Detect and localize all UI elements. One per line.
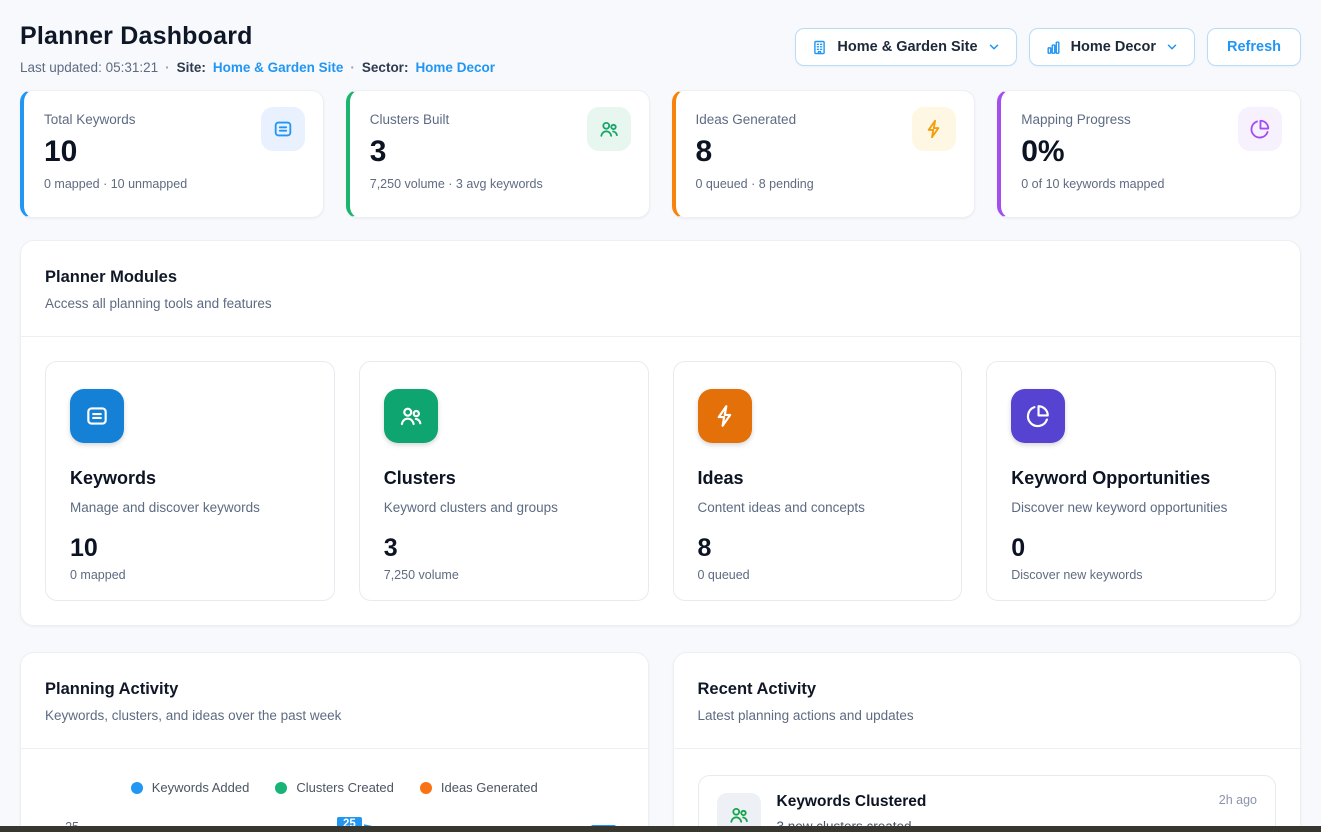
stats-row: Total Keywords 10 0 mapped · 10 unmapped… bbox=[20, 90, 1301, 218]
module-description: Keyword clusters and groups bbox=[384, 500, 624, 515]
module-sub: 0 mapped bbox=[70, 568, 310, 582]
module-sub: Discover new keywords bbox=[1011, 568, 1251, 582]
stat-card-ideas-generated: Ideas Generated 8 0 queued · 8 pending bbox=[672, 90, 976, 218]
module-card-keywords[interactable]: Keywords Manage and discover keywords 10… bbox=[45, 361, 335, 601]
module-sub: 0 queued bbox=[698, 568, 938, 582]
bolt-icon bbox=[912, 107, 956, 151]
site-link[interactable]: Home & Garden Site bbox=[213, 60, 344, 75]
site-selector-label: Home & Garden Site bbox=[837, 39, 977, 55]
modules-panel-subtitle: Access all planning tools and features bbox=[45, 296, 1276, 311]
legend-dot bbox=[275, 782, 287, 794]
header-meta: Last updated: 05:31:21 · Site: Home & Ga… bbox=[20, 60, 495, 75]
recent-activity-panel: Recent Activity Latest planning actions … bbox=[673, 652, 1302, 832]
module-value: 8 bbox=[698, 535, 938, 563]
modules-panel-header: Planner Modules Access all planning tool… bbox=[21, 241, 1300, 336]
refresh-button[interactable]: Refresh bbox=[1207, 28, 1301, 66]
sector-selector-dropdown[interactable]: Home Decor bbox=[1029, 28, 1195, 66]
site-label: Site: bbox=[177, 60, 206, 75]
module-sub: 7,250 volume bbox=[384, 568, 624, 582]
chevron-down-icon bbox=[987, 40, 1001, 54]
header-left: Planner Dashboard Last updated: 05:31:21… bbox=[20, 20, 495, 75]
planning-activity-subtitle: Keywords, clusters, and ideas over the p… bbox=[45, 708, 624, 723]
document-icon bbox=[261, 107, 305, 151]
bar-chart-icon bbox=[1045, 39, 1062, 56]
planner-dashboard-page: Planner Dashboard Last updated: 05:31:21… bbox=[0, 0, 1321, 832]
meta-separator: · bbox=[350, 60, 355, 75]
taskbar-edge bbox=[0, 826, 1321, 832]
recent-activity-title: Recent Activity bbox=[698, 680, 1277, 699]
recent-activity-list: Keywords Clustered 2h ago 3 new clusters… bbox=[674, 749, 1301, 832]
header-controls: Home & Garden Site Home Decor Refresh bbox=[795, 28, 1301, 66]
activity-item-time: 2h ago bbox=[1219, 793, 1257, 807]
topbar: Planner Dashboard Last updated: 05:31:21… bbox=[20, 20, 1301, 75]
users-icon bbox=[587, 107, 631, 151]
planning-activity-title: Planning Activity bbox=[45, 680, 624, 699]
sector-link[interactable]: Home Decor bbox=[415, 60, 495, 75]
planning-activity-header: Planning Activity Keywords, clusters, an… bbox=[21, 653, 648, 748]
planner-modules-panel: Planner Modules Access all planning tool… bbox=[20, 240, 1301, 626]
module-card-ideas[interactable]: Ideas Content ideas and concepts 8 0 que… bbox=[673, 361, 963, 601]
site-selector-dropdown[interactable]: Home & Garden Site bbox=[795, 28, 1016, 66]
activity-item-title: Keywords Clustered bbox=[777, 793, 927, 811]
module-title: Keywords bbox=[70, 468, 310, 489]
users-icon bbox=[384, 389, 438, 443]
page-title: Planner Dashboard bbox=[20, 22, 495, 51]
sector-label: Sector: bbox=[362, 60, 409, 75]
module-value: 0 bbox=[1011, 535, 1251, 563]
last-updated-text: Last updated: 05:31:21 bbox=[20, 60, 158, 75]
stat-sub: 0 mapped · 10 unmapped bbox=[44, 177, 303, 191]
legend-dot bbox=[420, 782, 432, 794]
module-value: 3 bbox=[384, 535, 624, 563]
sector-selector-label: Home Decor bbox=[1071, 39, 1156, 55]
bolt-icon bbox=[698, 389, 752, 443]
module-description: Discover new keyword opportunities bbox=[1011, 500, 1251, 515]
chart-legend: Keywords Added Clusters Created Ideas Ge… bbox=[45, 780, 624, 795]
bottom-row: Planning Activity Keywords, clusters, an… bbox=[20, 652, 1301, 832]
module-description: Content ideas and concepts bbox=[698, 500, 938, 515]
planning-activity-panel: Planning Activity Keywords, clusters, an… bbox=[20, 652, 649, 832]
stat-sub: 7,250 volume · 3 avg keywords bbox=[370, 177, 629, 191]
module-title: Keyword Opportunities bbox=[1011, 468, 1251, 489]
pie-chart-icon bbox=[1238, 107, 1282, 151]
module-description: Manage and discover keywords bbox=[70, 500, 310, 515]
stat-sub: 0 of 10 keywords mapped bbox=[1021, 177, 1280, 191]
stat-card-total-keywords: Total Keywords 10 0 mapped · 10 unmapped bbox=[20, 90, 324, 218]
legend-label: Keywords Added bbox=[152, 780, 250, 795]
pie-chart-icon bbox=[1011, 389, 1065, 443]
legend-dot bbox=[131, 782, 143, 794]
stat-card-mapping-progress: Mapping Progress 0% 0 of 10 keywords map… bbox=[997, 90, 1301, 218]
modules-panel-title: Planner Modules bbox=[45, 268, 1276, 287]
legend-item-ideas-generated[interactable]: Ideas Generated bbox=[420, 780, 538, 795]
module-title: Ideas bbox=[698, 468, 938, 489]
activity-item-keywords-clustered: Keywords Clustered 2h ago 3 new clusters… bbox=[698, 775, 1277, 832]
module-card-clusters[interactable]: Clusters Keyword clusters and groups 3 7… bbox=[359, 361, 649, 601]
module-card-keyword-opportunities[interactable]: Keyword Opportunities Discover new keywo… bbox=[986, 361, 1276, 601]
stat-card-clusters-built: Clusters Built 3 7,250 volume · 3 avg ke… bbox=[346, 90, 650, 218]
module-title: Clusters bbox=[384, 468, 624, 489]
legend-item-keywords-added[interactable]: Keywords Added bbox=[131, 780, 250, 795]
legend-item-clusters-created[interactable]: Clusters Created bbox=[275, 780, 394, 795]
stat-sub: 0 queued · 8 pending bbox=[696, 177, 955, 191]
recent-activity-header: Recent Activity Latest planning actions … bbox=[674, 653, 1301, 748]
modules-grid: Keywords Manage and discover keywords 10… bbox=[21, 337, 1300, 625]
module-value: 10 bbox=[70, 535, 310, 563]
legend-label: Clusters Created bbox=[296, 780, 394, 795]
chevron-down-icon bbox=[1165, 40, 1179, 54]
building-icon bbox=[811, 39, 828, 56]
activity-chart: Keywords Added Clusters Created Ideas Ge… bbox=[21, 749, 648, 832]
legend-label: Ideas Generated bbox=[441, 780, 538, 795]
document-icon bbox=[70, 389, 124, 443]
recent-activity-subtitle: Latest planning actions and updates bbox=[698, 708, 1277, 723]
meta-separator: · bbox=[165, 60, 170, 75]
